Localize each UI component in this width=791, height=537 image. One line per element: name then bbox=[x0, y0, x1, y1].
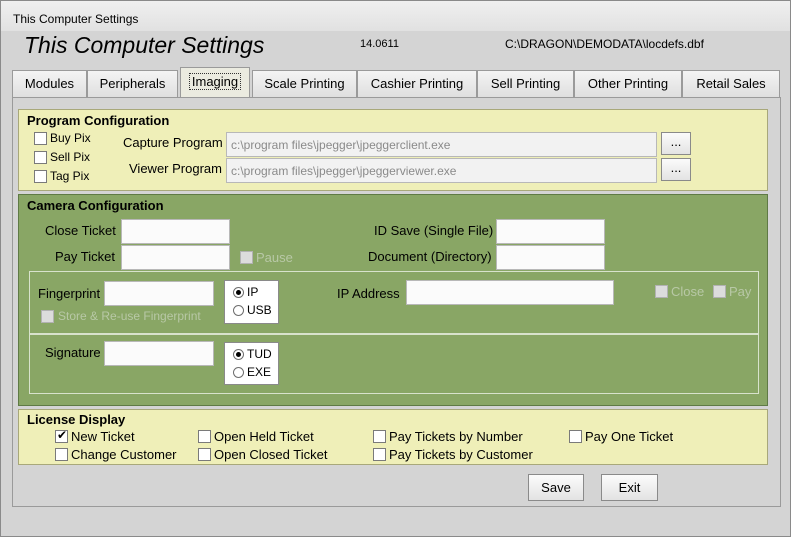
sell-pix-checkbox[interactable] bbox=[34, 151, 47, 164]
viewer-program-label: Viewer Program bbox=[129, 161, 222, 176]
open-held-ticket-label: Open Held Ticket bbox=[214, 429, 314, 444]
pay-checkbox[interactable] bbox=[713, 285, 726, 298]
pay-one-ticket-checkbox[interactable] bbox=[569, 430, 582, 443]
new-ticket-checkbox[interactable] bbox=[55, 428, 68, 443]
id-save-field[interactable] bbox=[496, 219, 605, 244]
document-field[interactable] bbox=[496, 245, 605, 270]
document-label: Document (Directory) bbox=[368, 249, 492, 264]
usb-radio[interactable] bbox=[233, 305, 244, 316]
sell-pix-label: Sell Pix bbox=[50, 150, 91, 164]
tud-radio-label: TUD bbox=[247, 347, 272, 361]
change-customer-checkbox[interactable] bbox=[55, 448, 68, 461]
id-save-label: ID Save (Single File) bbox=[374, 223, 494, 238]
camera-configuration-title: Camera Configuration bbox=[27, 198, 164, 213]
tab-scale-printing[interactable]: Scale Printing bbox=[252, 70, 357, 98]
capture-browse-button[interactable]: ... bbox=[661, 132, 691, 155]
ip-address-label: IP Address bbox=[337, 286, 400, 301]
tag-pix-checkbox[interactable] bbox=[34, 170, 47, 183]
pay-checkbox-label: Pay bbox=[729, 284, 752, 299]
usb-radio-label: USB bbox=[247, 303, 272, 317]
tab-imaging[interactable]: Imaging bbox=[180, 67, 250, 98]
pay-by-customer-checkbox[interactable] bbox=[373, 448, 386, 461]
data-path-label: C:\DRAGON\DEMODATA\locdefs.dbf bbox=[505, 37, 704, 51]
settings-window: This Computer Settings This Computer Set… bbox=[0, 0, 791, 537]
buy-pix-checkbox[interactable] bbox=[34, 132, 47, 145]
capture-program-label: Capture Program bbox=[123, 135, 223, 150]
page-title: This Computer Settings bbox=[24, 32, 265, 58]
pay-ticket-field[interactable] bbox=[121, 245, 230, 270]
title-bar[interactable]: This Computer Settings bbox=[1, 1, 790, 31]
signature-field[interactable] bbox=[104, 341, 214, 366]
open-held-ticket-checkbox[interactable] bbox=[198, 430, 211, 443]
close-ticket-label: Close Ticket bbox=[45, 223, 116, 238]
exe-radio[interactable] bbox=[233, 367, 244, 378]
ip-address-field[interactable] bbox=[406, 280, 614, 305]
program-configuration-title: Program Configuration bbox=[27, 113, 170, 128]
capture-program-field[interactable]: c:\program files\jpegger\jpeggerclient.e… bbox=[226, 132, 657, 157]
open-closed-ticket-checkbox[interactable] bbox=[198, 448, 211, 461]
store-reuse-fingerprint-label: Store & Re-use Fingerprint bbox=[58, 309, 201, 323]
pay-by-number-checkbox[interactable] bbox=[373, 430, 386, 443]
window-title: This Computer Settings bbox=[13, 12, 139, 26]
fingerprint-field[interactable] bbox=[104, 281, 214, 306]
close-checkbox[interactable] bbox=[655, 285, 668, 298]
tag-pix-label: Tag Pix bbox=[50, 169, 90, 183]
save-button[interactable]: Save bbox=[528, 474, 584, 501]
ip-radio[interactable] bbox=[233, 287, 244, 298]
ip-radio-label: IP bbox=[247, 285, 259, 299]
buy-pix-label: Buy Pix bbox=[50, 131, 91, 145]
pause-label: Pause bbox=[256, 250, 293, 265]
tud-radio[interactable] bbox=[233, 349, 244, 360]
pay-ticket-label: Pay Ticket bbox=[55, 249, 115, 264]
tab-modules[interactable]: Modules bbox=[12, 70, 87, 98]
pay-by-customer-label: Pay Tickets by Customer bbox=[389, 447, 533, 462]
tab-sell-printing[interactable]: Sell Printing bbox=[477, 70, 574, 98]
tab-peripherals[interactable]: Peripherals bbox=[87, 70, 178, 98]
signature-label: Signature bbox=[45, 345, 101, 360]
close-ticket-field[interactable] bbox=[121, 219, 230, 244]
store-reuse-fingerprint-checkbox[interactable] bbox=[41, 310, 54, 323]
version-label: 14.0611 bbox=[360, 38, 399, 50]
close-checkbox-label: Close bbox=[671, 284, 705, 299]
change-customer-label: Change Customer bbox=[71, 447, 177, 462]
exit-button[interactable]: Exit bbox=[601, 474, 658, 501]
pay-one-ticket-label: Pay One Ticket bbox=[585, 429, 674, 444]
open-closed-ticket-label: Open Closed Ticket bbox=[214, 447, 328, 462]
pay-by-number-label: Pay Tickets by Number bbox=[389, 429, 523, 444]
tab-other-printing[interactable]: Other Printing bbox=[574, 70, 682, 98]
exe-radio-label: EXE bbox=[247, 365, 272, 379]
tab-retail-sales[interactable]: Retail Sales bbox=[682, 70, 780, 98]
tab-cashier-printing[interactable]: Cashier Printing bbox=[357, 70, 477, 98]
viewer-browse-button[interactable]: ... bbox=[661, 158, 691, 181]
viewer-program-field[interactable]: c:\program files\jpegger\jpeggerviewer.e… bbox=[226, 158, 657, 183]
license-display-title: License Display bbox=[27, 412, 126, 427]
fingerprint-label: Fingerprint bbox=[38, 286, 101, 301]
new-ticket-label: New Ticket bbox=[71, 429, 135, 444]
pause-checkbox[interactable] bbox=[240, 251, 253, 264]
